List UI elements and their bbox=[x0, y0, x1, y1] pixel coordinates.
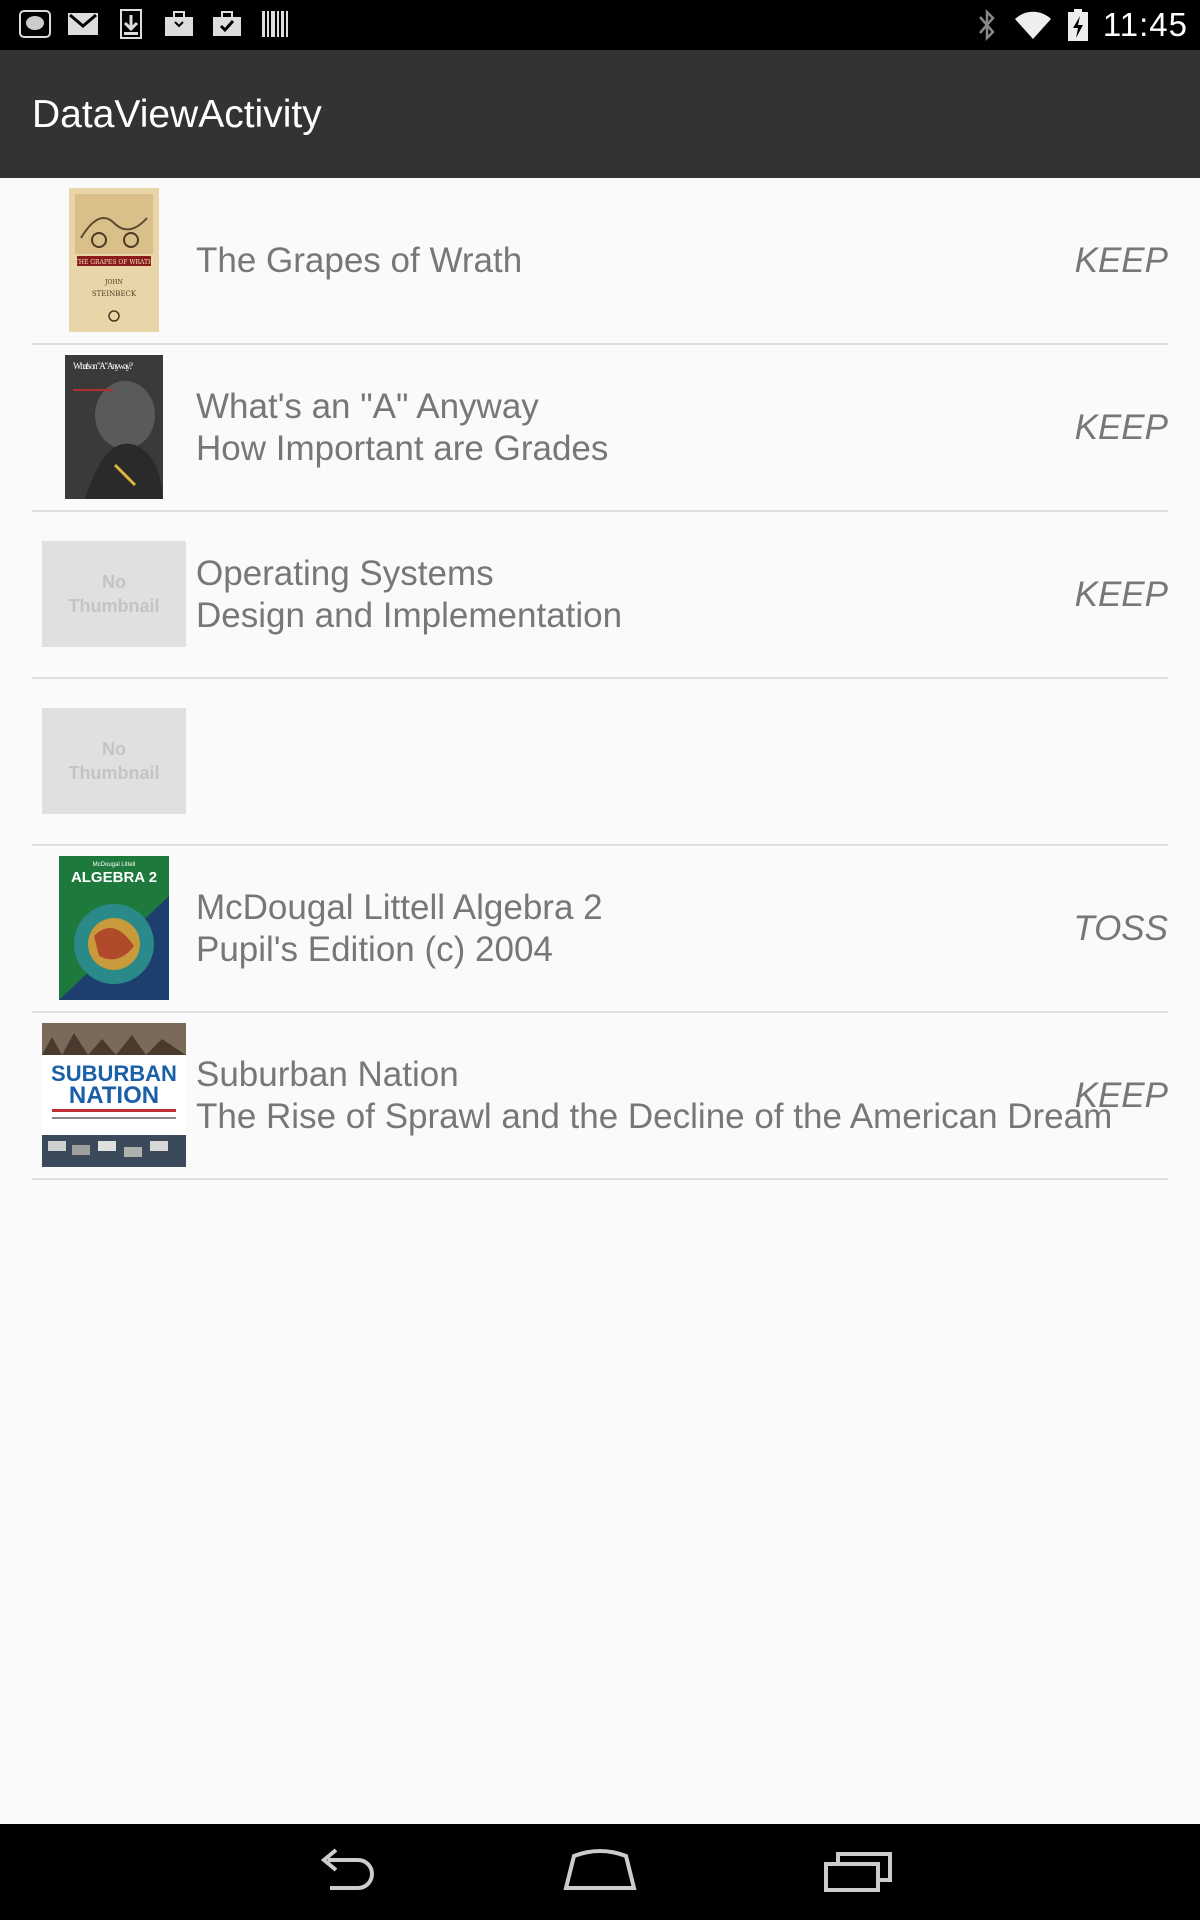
navigation-bar bbox=[0, 1824, 1200, 1920]
grapes-of-wrath-cover: THE GRAPES OF WRATH JOHN STEINBECK bbox=[69, 188, 159, 332]
download-icon bbox=[120, 9, 142, 39]
home-icon[interactable] bbox=[562, 1846, 638, 1896]
book-title: Suburban Nation bbox=[196, 1054, 459, 1094]
suburban-nation-cover: SUBURBAN NATION bbox=[42, 1023, 186, 1167]
cover-title-text: ALGEBRA 2 bbox=[71, 869, 157, 886]
action-bar: DataViewActivity bbox=[0, 50, 1200, 178]
cover-title-text: What's on "A" Anyway? bbox=[73, 361, 133, 371]
book-subtitle: How Important are Grades bbox=[196, 428, 609, 468]
clock: 11:45 bbox=[1102, 6, 1188, 43]
briefcase-icon bbox=[165, 11, 193, 36]
book-status: KEEP bbox=[1074, 574, 1168, 614]
notification-icons bbox=[18, 8, 292, 40]
whats-an-a-cover: What's on "A" Anyway? bbox=[65, 355, 163, 499]
app-icon bbox=[19, 10, 51, 38]
cover-publisher: McDougal Littell bbox=[93, 862, 136, 868]
wifi-icon bbox=[1014, 11, 1051, 39]
book-title: The Grapes of Wrath bbox=[196, 240, 523, 280]
bluetooth-icon bbox=[978, 8, 995, 42]
cover-title-text: THE GRAPES OF WRATH bbox=[75, 259, 154, 266]
book-status: KEEP bbox=[1074, 240, 1168, 280]
app-title: DataViewActivity bbox=[32, 93, 322, 136]
book-title-block: Suburban Nation The Rise of Sprawl and t… bbox=[196, 1013, 1146, 1178]
book-title: McDougal Littell Algebra 2 bbox=[196, 887, 603, 927]
system-icons: 11:45 bbox=[975, 4, 1188, 46]
list-item[interactable]: No Thumbnail Operating Systems Design an… bbox=[32, 512, 1168, 679]
book-title: What's an "A" Anyway bbox=[196, 386, 539, 426]
book-status: TOSS bbox=[1073, 908, 1168, 948]
algebra-2-cover: McDougal Littell ALGEBRA 2 bbox=[59, 856, 169, 1000]
book-subtitle: The Rise of Sprawl and the Decline of th… bbox=[196, 1096, 1113, 1136]
book-title-block: The Grapes of Wrath bbox=[196, 178, 1146, 343]
book-thumbnail: McDougal Littell ALGEBRA 2 bbox=[42, 856, 186, 1000]
book-subtitle: Pupil's Edition (c) 2004 bbox=[196, 929, 553, 969]
list-item[interactable]: McDougal Littell ALGEBRA 2 McDougal Litt… bbox=[32, 846, 1168, 1013]
book-title-block: Operating Systems Design and Implementat… bbox=[196, 512, 1146, 677]
no-thumbnail-text: No bbox=[102, 739, 126, 759]
book-title: Operating Systems bbox=[196, 553, 494, 593]
book-thumbnail: What's on "A" Anyway? bbox=[42, 355, 186, 499]
book-subtitle: Design and Implementation bbox=[196, 595, 623, 635]
gmail-icon bbox=[68, 13, 98, 35]
cover-author-last: STEINBECK bbox=[92, 290, 137, 298]
status-bar: 11:45 bbox=[0, 0, 1200, 50]
cover-title-line2: NATION bbox=[69, 1082, 159, 1109]
list-item[interactable]: THE GRAPES OF WRATH JOHN STEINBECK The G… bbox=[32, 178, 1168, 345]
battery-charging-icon bbox=[1067, 9, 1088, 41]
no-thumbnail-text: Thumbnail bbox=[68, 763, 160, 783]
book-thumbnail: No Thumbnail bbox=[42, 522, 186, 666]
list-item[interactable]: No Thumbnail bbox=[32, 679, 1168, 846]
book-title-block: McDougal Littell Algebra 2 Pupil's Editi… bbox=[196, 846, 1146, 1011]
no-thumbnail-placeholder: No Thumbnail bbox=[42, 541, 186, 647]
book-thumbnail: THE GRAPES OF WRATH JOHN STEINBECK bbox=[42, 188, 186, 332]
book-thumbnail: SUBURBAN NATION bbox=[42, 1023, 186, 1167]
cover-author-first: JOHN bbox=[104, 279, 123, 286]
no-thumbnail-placeholder: No Thumbnail bbox=[42, 708, 186, 814]
list-item[interactable]: SUBURBAN NATION Suburban Nation The Rise… bbox=[32, 1013, 1168, 1180]
book-status: KEEP bbox=[1074, 1075, 1168, 1115]
book-status: KEEP bbox=[1074, 407, 1168, 447]
book-title-block: What's an "A" Anyway How Important are G… bbox=[196, 345, 1146, 510]
list-item[interactable]: What's on "A" Anyway? What's an "A" Anyw… bbox=[32, 345, 1168, 512]
briefcase-check-icon bbox=[213, 11, 241, 36]
barcode-icon bbox=[262, 11, 288, 37]
no-thumbnail-text: Thumbnail bbox=[68, 596, 160, 616]
no-thumbnail-text: No bbox=[102, 572, 126, 592]
book-thumbnail: No Thumbnail bbox=[42, 689, 186, 833]
book-title-block bbox=[196, 679, 1146, 844]
recents-icon[interactable] bbox=[822, 1846, 894, 1896]
back-icon[interactable] bbox=[310, 1846, 380, 1896]
